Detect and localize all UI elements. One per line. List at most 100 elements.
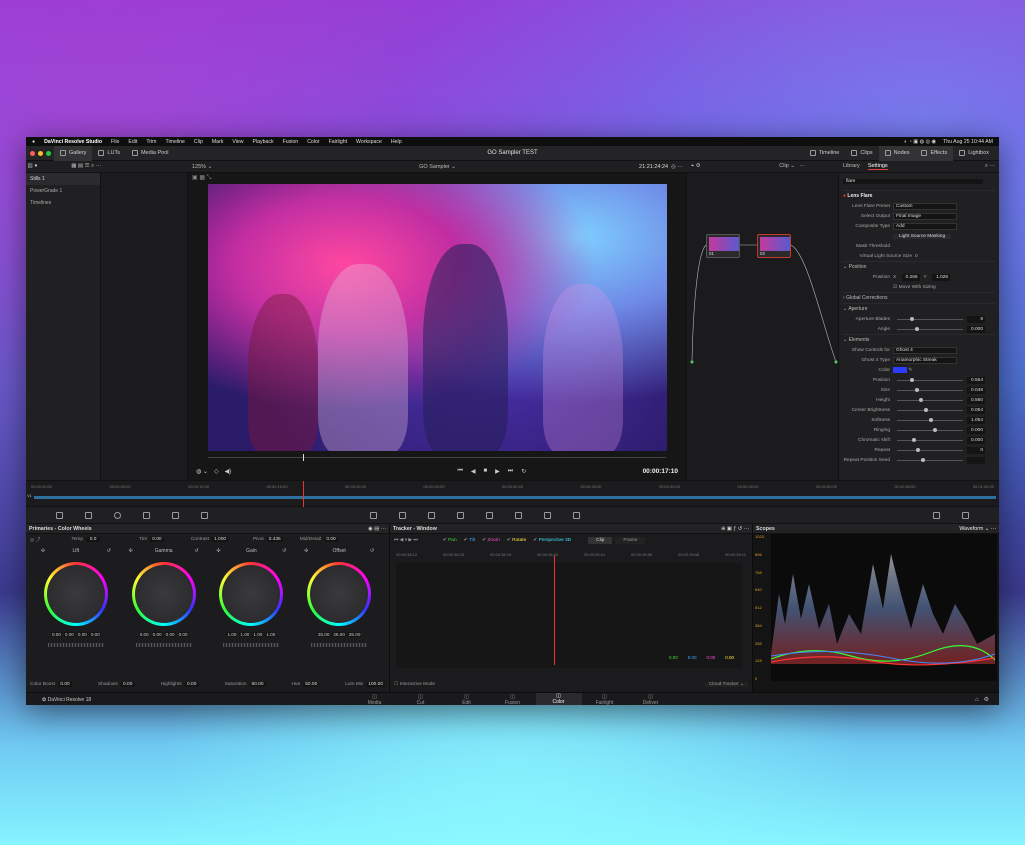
slider-knob[interactable] xyxy=(914,327,919,331)
color-match-icon[interactable] xyxy=(143,511,150,519)
menu-edit[interactable]: Edit xyxy=(128,139,137,145)
wheel-value[interactable]: 25.00 xyxy=(347,632,362,637)
param-slider[interactable] xyxy=(897,438,963,442)
3d-icon[interactable] xyxy=(573,511,580,519)
param-slider[interactable] xyxy=(897,408,963,412)
param-value[interactable]: 0 xyxy=(967,446,985,454)
menu-view[interactable]: View xyxy=(232,139,243,145)
wheel-value[interactable]: 0.00 xyxy=(89,632,101,637)
primary-value[interactable]: 0.00 xyxy=(120,681,135,687)
slider-knob[interactable] xyxy=(920,458,925,462)
param-slider[interactable] xyxy=(897,458,963,462)
crosshair-icon[interactable]: ✣ xyxy=(129,548,133,554)
blur-icon[interactable] xyxy=(486,511,493,519)
zoom-window-button[interactable] xyxy=(46,150,51,156)
crosshair-icon[interactable]: ✣ xyxy=(216,548,220,554)
contrast-value[interactable]: 1.000 xyxy=(212,536,229,542)
slider-knob[interactable] xyxy=(924,408,929,412)
virtual-size-value[interactable]: 0 xyxy=(915,254,918,259)
param-slider[interactable] xyxy=(897,428,963,432)
viewer-mode-icons[interactable]: ▣ ▦ ⤡ xyxy=(192,174,211,182)
param-value[interactable]: 0.048 xyxy=(967,386,985,394)
reset-icon[interactable]: ↺ xyxy=(107,548,111,554)
wheel-ring[interactable] xyxy=(43,562,108,626)
param-value[interactable]: 0.000 xyxy=(967,426,985,434)
camera-raw-icon[interactable] xyxy=(114,511,121,519)
master-wheel-dial[interactable] xyxy=(47,643,104,647)
skip-end-icon[interactable]: ⏭ xyxy=(508,468,513,475)
menu-clip[interactable]: Clip xyxy=(194,139,203,145)
album-powergrade[interactable]: PowerGrade 1 xyxy=(26,185,100,197)
primary-value[interactable]: 50.00 xyxy=(303,681,320,687)
reset-icon[interactable]: ↺ xyxy=(194,548,198,554)
reset-icon[interactable]: ↺ xyxy=(370,548,374,554)
track-rotate-checkbox[interactable]: ✔ Rotate xyxy=(507,538,527,543)
effect-dropdown[interactable]: Custom xyxy=(893,202,957,210)
menu-color[interactable]: Color xyxy=(307,139,319,145)
tracker-playhead[interactable] xyxy=(554,555,555,665)
page-fairlight[interactable]: ◫ Fairlight xyxy=(582,693,628,706)
color-warper-icon[interactable] xyxy=(56,511,63,519)
effect-dropdown[interactable]: Final Image xyxy=(893,212,957,220)
scope-type-dropdown[interactable]: Waveform ⌄ ⋯ xyxy=(959,526,996,532)
pivot-value[interactable]: 0.435 xyxy=(266,536,283,542)
wheel-ring[interactable] xyxy=(219,562,284,626)
auto-balance-icon[interactable]: ◎ ⤴ xyxy=(30,536,40,543)
wheel-value[interactable]: 1.00 xyxy=(252,632,264,637)
track-tilt-checkbox[interactable]: ✔ Tilt xyxy=(464,538,475,543)
loop-play-icon[interactable]: ↻ xyxy=(521,468,526,475)
timeline-tab[interactable]: Timeline xyxy=(804,146,846,161)
minimize-window-button[interactable] xyxy=(38,150,43,156)
light-source-button[interactable]: Light Source Masking xyxy=(893,233,952,239)
qualifier-icon[interactable] xyxy=(370,511,377,519)
mini-timeline[interactable]: 00:00:00:00 00:00:05:00 00:00:10:00 00:00:1… xyxy=(26,480,999,507)
viewer-scrubber[interactable] xyxy=(208,454,666,461)
play-icon[interactable]: ▶ xyxy=(495,468,500,475)
album-stills[interactable]: Stills 1 xyxy=(26,173,100,185)
track-zoom-checkbox[interactable]: ✔ Zoom xyxy=(482,538,500,543)
page-cut[interactable]: ◫ Cut xyxy=(398,693,444,706)
node-editor[interactable]: 01 02 xyxy=(687,173,839,480)
sizing-icon[interactable] xyxy=(544,511,551,519)
position-y[interactable]: 1.026 xyxy=(932,273,951,281)
clip-mode-button[interactable]: Clip xyxy=(588,536,613,544)
library-tab[interactable]: Library xyxy=(843,163,860,170)
magic-mask-icon[interactable] xyxy=(457,511,464,519)
param-slider[interactable] xyxy=(897,317,963,321)
param-value[interactable]: 0.000 xyxy=(967,436,985,444)
param-value[interactable]: 1.054 xyxy=(967,416,985,424)
param-value[interactable]: 0.000 xyxy=(967,325,985,333)
window-icon[interactable] xyxy=(399,511,406,519)
slider-knob[interactable] xyxy=(914,388,919,392)
wheel-value[interactable]: 0.00 xyxy=(76,632,88,637)
info-icon[interactable] xyxy=(962,511,969,519)
wheel-value[interactable]: 1.00 xyxy=(226,632,238,637)
primaries-options-icon[interactable]: ◉ ▤ ⋯ xyxy=(368,526,386,532)
primary-value[interactable]: 50.00 xyxy=(249,681,266,687)
wheel-value[interactable]: 0.00 xyxy=(50,632,62,637)
settings-tab[interactable]: Settings xyxy=(867,163,888,170)
primary-value[interactable]: 0.00 xyxy=(58,681,73,687)
menu-file[interactable]: File xyxy=(111,139,119,145)
tracker-graph[interactable]: 0.00 8.00 0.00 0.00 xyxy=(396,555,742,668)
crosshair-icon[interactable]: ✣ xyxy=(41,548,45,554)
wheel-value[interactable]: 0.00 xyxy=(63,632,75,637)
param-slider[interactable] xyxy=(897,398,963,402)
timeline-clip[interactable] xyxy=(34,496,996,499)
global-corrections-section[interactable]: › Global Corrections xyxy=(843,295,887,301)
primary-value[interactable]: 0.00 xyxy=(184,681,199,687)
app-menu[interactable]: DaVinci Resolve Studio xyxy=(44,139,102,145)
primary-value[interactable]: 100.00 xyxy=(366,681,385,687)
reverse-icon[interactable]: ◀ xyxy=(471,468,476,475)
move-with-sizing-checkbox[interactable]: ☑ Move With Sizing xyxy=(893,285,936,290)
nodes-tab[interactable]: Nodes xyxy=(878,145,916,161)
position-section[interactable]: ⌄ Position xyxy=(843,264,866,270)
curves-icon[interactable] xyxy=(201,511,208,519)
param-slider[interactable] xyxy=(897,418,963,422)
param-slider[interactable] xyxy=(897,327,963,331)
wheel-value[interactable]: 0.00 xyxy=(151,632,163,637)
color-swatch[interactable] xyxy=(893,367,907,373)
track-perspective-3d-checkbox[interactable]: ✔ Perspective 3D xyxy=(533,538,571,543)
close-window-button[interactable] xyxy=(30,150,35,156)
key-icon[interactable] xyxy=(515,511,522,519)
